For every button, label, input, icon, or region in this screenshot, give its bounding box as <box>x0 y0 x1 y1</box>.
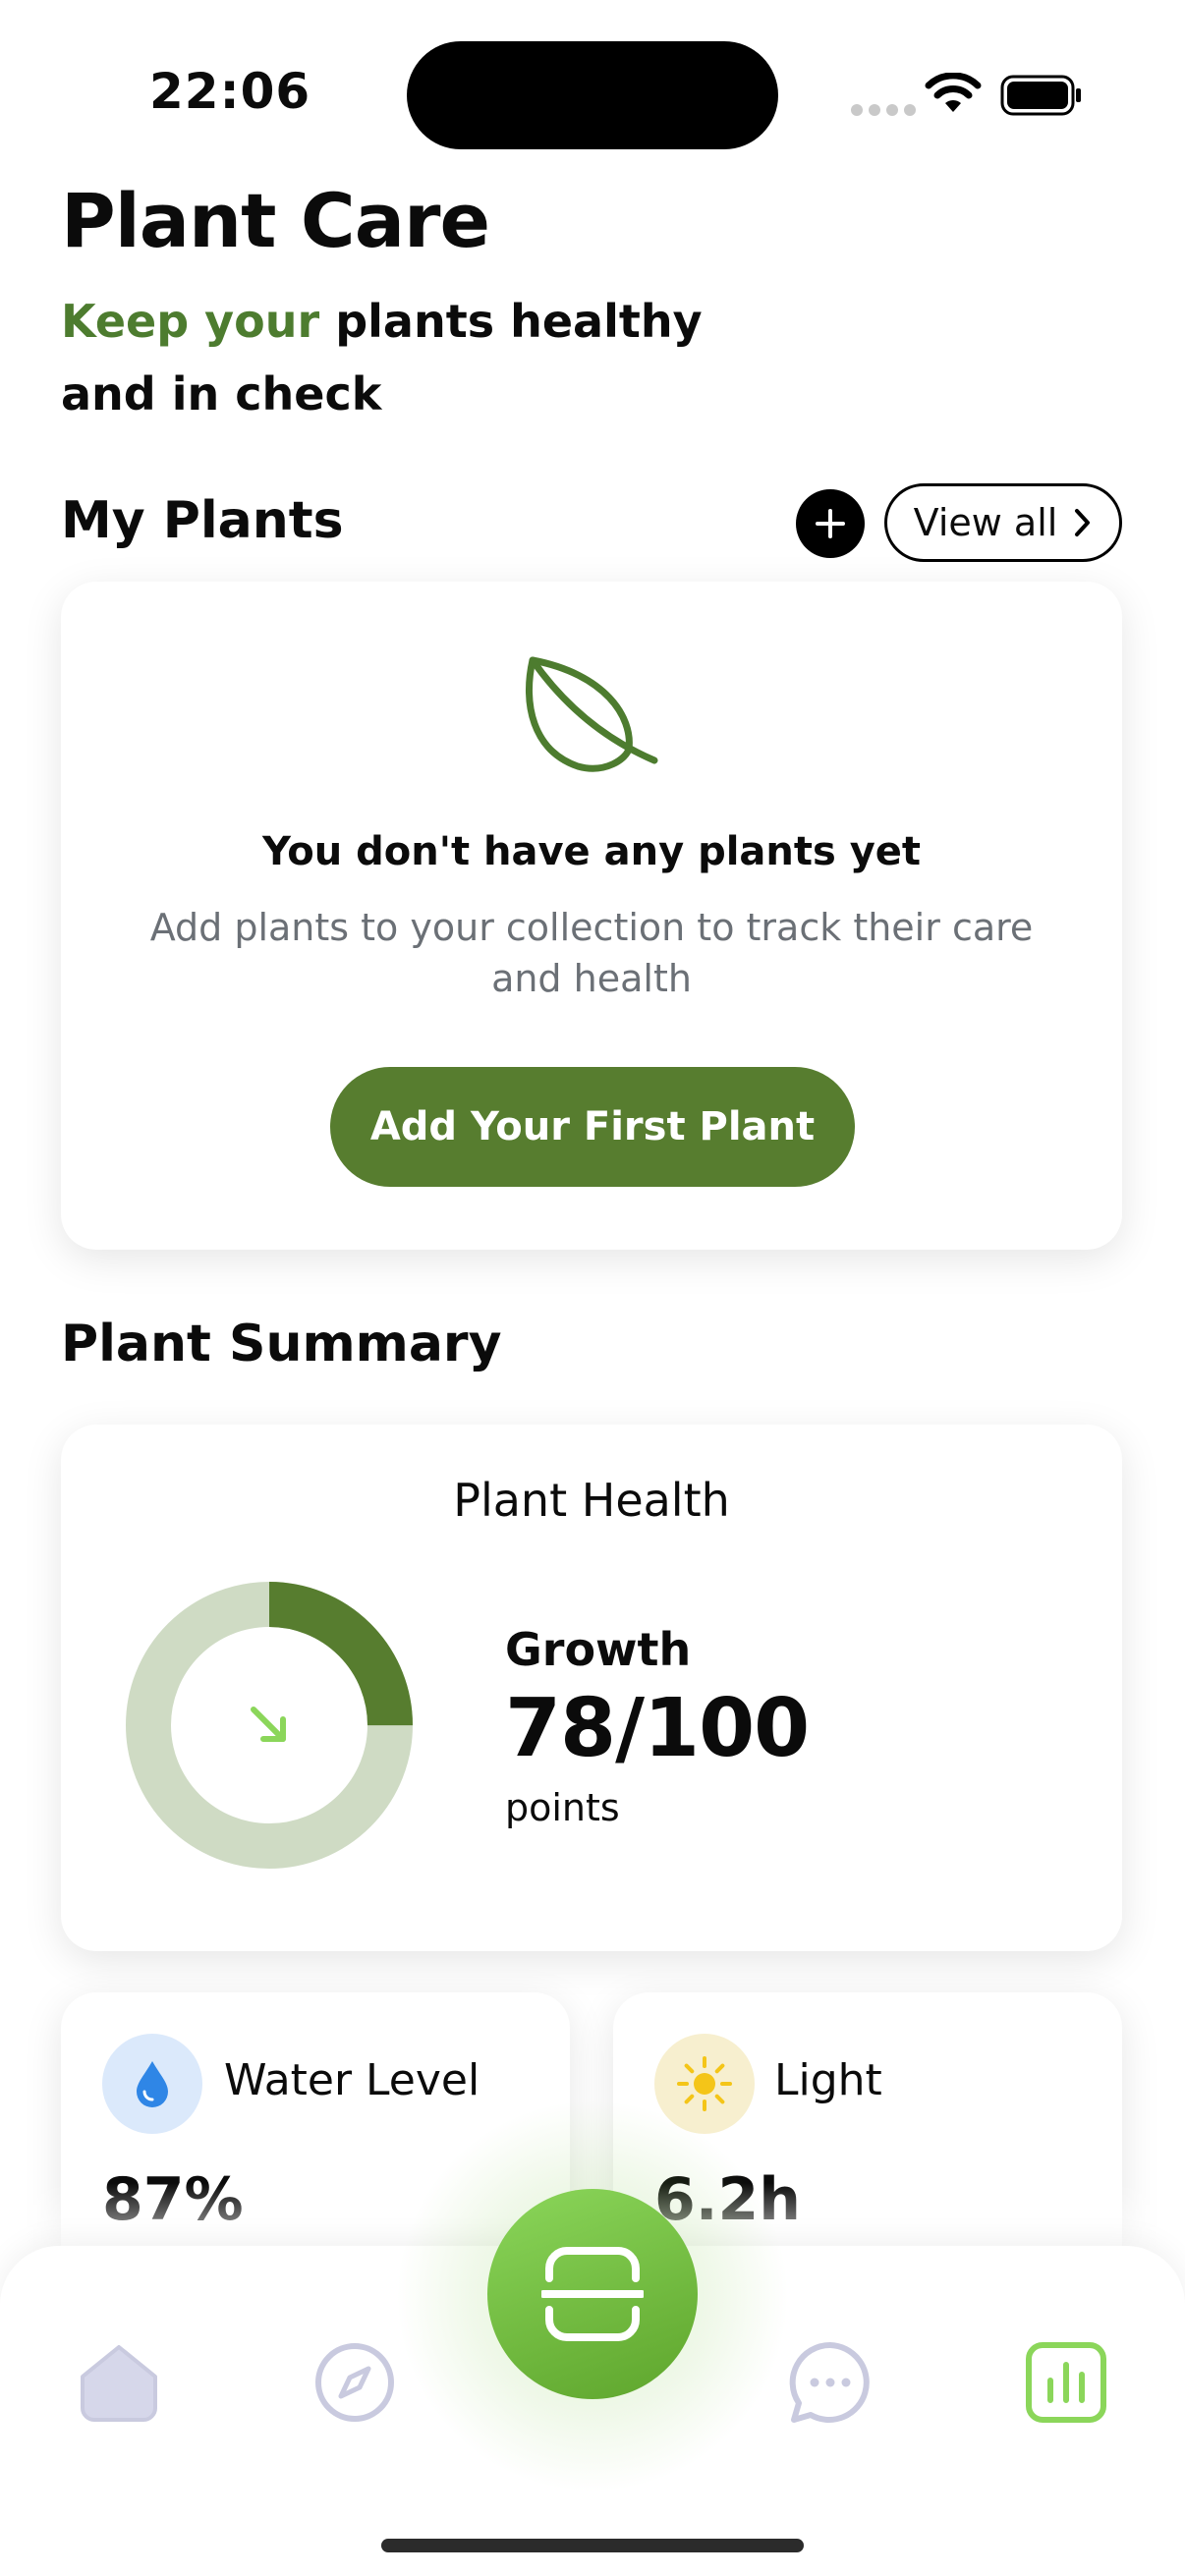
plus-icon <box>816 509 845 538</box>
tab-stats[interactable] <box>1022 2338 1110 2427</box>
stats-icon <box>1026 2342 1106 2423</box>
compass-icon <box>315 2343 394 2422</box>
subtitle-rest: plants healthy <box>319 295 703 348</box>
empty-state-description: Add plants to your collection to track t… <box>149 906 1034 1000</box>
tab-chat[interactable] <box>786 2338 875 2427</box>
light-label: Light <box>774 2055 882 2105</box>
subtitle-line2: and in check <box>61 367 382 420</box>
scan-icon <box>541 2247 644 2341</box>
page-subtitle: Keep your plants healthy and in check <box>61 285 749 430</box>
view-all-label: View all <box>913 501 1058 544</box>
growth-unit: points <box>505 1786 620 1829</box>
empty-state-title: You don't have any plants yet <box>261 829 922 874</box>
water-level-label: Water Level <box>224 2055 480 2105</box>
battery-icon <box>1000 75 1081 116</box>
add-plant-button[interactable] <box>796 489 865 558</box>
dynamic-island <box>407 41 778 149</box>
add-first-plant-button[interactable]: Add Your First Plant <box>330 1067 855 1187</box>
page-title: Plant Care <box>61 177 490 264</box>
trend-arrow-icon <box>251 1707 286 1742</box>
water-icon-badge <box>102 2034 202 2134</box>
water-drop-icon <box>137 2061 168 2107</box>
view-all-button[interactable]: View all <box>884 483 1122 562</box>
growth-donut-chart <box>126 1582 413 1869</box>
growth-value: 78/100 <box>505 1682 810 1775</box>
growth-label: Growth <box>505 1623 692 1676</box>
home-icon <box>81 2345 157 2422</box>
sun-icon <box>677 2056 732 2111</box>
chat-icon <box>789 2341 870 2423</box>
plant-health-title: Plant Health <box>453 1474 730 1527</box>
home-indicator <box>381 2539 804 2552</box>
my-plants-heading: My Plants <box>61 491 344 550</box>
scan-button[interactable] <box>487 2189 698 2399</box>
tab-home[interactable] <box>75 2338 163 2427</box>
chevron-right-icon <box>1075 509 1091 536</box>
tab-explore[interactable] <box>310 2338 399 2427</box>
status-time: 22:06 <box>149 63 311 120</box>
plant-summary-heading: Plant Summary <box>61 1315 502 1373</box>
signal-icon <box>851 104 916 116</box>
wifi-icon <box>925 73 982 112</box>
leaf-icon <box>526 656 658 772</box>
subtitle-accent: Keep your <box>61 295 320 348</box>
